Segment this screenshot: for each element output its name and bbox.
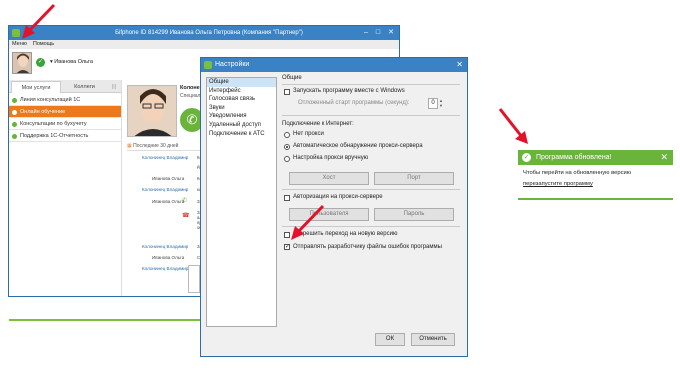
cancel-button[interactable]: Отменить	[411, 333, 455, 346]
history-author[interactable]: Колонинец Владимир	[142, 266, 188, 271]
settings-nav: Общие Интерфейс Голосовая связь Звуки Ув…	[206, 77, 277, 327]
settings-panel: Общие Запускать программу вместе с Windo…	[282, 75, 461, 327]
nav-item-sounds[interactable]: Звуки	[207, 104, 276, 113]
spinner-icon[interactable]: ▲ ▼	[439, 98, 445, 109]
history-author: Иванова Ольга	[152, 199, 185, 204]
lines-list: Линия консультаций 1С Онлайн обучение Ко…	[9, 94, 121, 142]
close-icon[interactable]: ✕	[386, 28, 396, 37]
status-online-icon[interactable]: ✓	[36, 58, 45, 67]
profile-name-wrap: ▾ Иванова Ольга	[50, 59, 93, 65]
line-status-icon	[12, 110, 17, 115]
host-input[interactable]: Хост	[289, 172, 369, 185]
minimize-icon[interactable]: –	[361, 28, 371, 37]
password-input[interactable]: Пароль	[374, 208, 454, 221]
annotation-arrow-icon	[22, 3, 56, 39]
send-errors-checkbox[interactable]	[284, 244, 290, 250]
avatar[interactable]	[12, 52, 32, 74]
line-item-active[interactable]: Онлайн обучение	[9, 106, 121, 118]
line-label: Поддержка 1С-Отчетность	[20, 133, 89, 139]
autostart-label: Запускать программу вместе с Windows	[293, 88, 405, 94]
proxy-auth-checkbox[interactable]	[284, 195, 290, 201]
main-title-bar[interactable]: Бifphone ID 814299 Иванова Ольга Петровн…	[9, 26, 399, 40]
divider	[282, 115, 460, 116]
line-status-icon	[12, 122, 17, 127]
line-item[interactable]: Консультации по бухучету	[9, 118, 121, 130]
close-icon[interactable]: ✕	[660, 150, 668, 165]
proxy-auth-label: Авторизация на прокси-сервере	[293, 194, 383, 200]
history-author[interactable]: Колонинец Владимир	[142, 155, 188, 160]
notification-title: Программа обновлена!	[536, 154, 612, 161]
nav-item-interface[interactable]: Интерфейс	[207, 87, 276, 96]
nav-item-pbx[interactable]: Подключение к АТС	[207, 130, 276, 139]
tab-bar: Мои услуги Коллеги |||	[9, 80, 121, 93]
phone-icon: ✆	[186, 112, 198, 127]
annotation-arrow-icon	[291, 204, 325, 240]
profile-name[interactable]: Иванова Ольга	[54, 59, 93, 65]
history-author[interactable]: Колонинец Владимир	[142, 244, 188, 249]
contact-photo	[127, 85, 177, 137]
contact-title: Специал	[180, 93, 201, 99]
autostart-checkbox[interactable]	[284, 89, 290, 95]
line-item[interactable]: Линия консультаций 1С	[9, 94, 121, 106]
restart-link[interactable]: перезапустите программу	[523, 181, 593, 187]
history-author: Иванова Ольга	[152, 176, 185, 181]
proxy-manual-label: Настройка прокси вручную	[293, 155, 369, 161]
line-status-icon	[12, 98, 17, 103]
divider	[282, 84, 460, 85]
annotation-arrow-icon	[498, 108, 528, 144]
delay-input[interactable]: 0	[428, 98, 438, 109]
proxy-none-label: Нет прокси	[293, 131, 324, 137]
settings-title-bar[interactable]: Настройки ✕	[201, 58, 467, 72]
close-icon[interactable]: ✕	[456, 58, 463, 72]
message-input[interactable]	[188, 265, 200, 293]
profile-area: ✓ ▾ Иванова Ольга	[9, 49, 121, 79]
delay-label: Отложенный старт программы (секунд):	[298, 100, 410, 106]
tab-colleagues[interactable]: Коллеги	[62, 81, 107, 93]
section-title: Общие	[282, 75, 302, 81]
divider	[282, 189, 460, 190]
line-label: Линия консультаций 1С	[20, 97, 81, 103]
line-label: Консультации по бухучету	[20, 121, 87, 127]
line-status-icon	[12, 134, 17, 139]
port-input[interactable]: Порт	[374, 172, 454, 185]
missed-call-icon: ☎	[182, 213, 190, 219]
proxy-auto-label: Автоматическое обнаружение прокси-сервер…	[293, 143, 423, 149]
menu-bar: Меню Помощь	[9, 40, 399, 49]
notification-header: ✓ Программа обновлена! ✕	[518, 150, 673, 165]
proxy-none-radio[interactable]	[284, 132, 290, 138]
line-item[interactable]: Поддержка 1С-Отчетность	[9, 130, 121, 142]
nav-item-general[interactable]: Общие	[207, 78, 276, 87]
history-author: Иванова Ольга	[152, 255, 185, 260]
internet-label: Подключение к Интернет:	[282, 121, 354, 127]
app-logo-icon	[204, 61, 212, 69]
ok-button[interactable]: ОК	[375, 333, 405, 346]
history-period: Последние 30 дней	[133, 143, 179, 149]
maximize-icon[interactable]: □	[373, 28, 383, 37]
check-circle-icon: ✓	[522, 153, 531, 162]
contact-name: Колоне	[180, 85, 200, 91]
main-window-title: Бifphone ID 814299 Иванова Ольга Петровн…	[115, 30, 303, 36]
settings-body: Общие Интерфейс Голосовая связь Звуки Ув…	[201, 72, 467, 356]
settings-dialog: Настройки ✕ Общие Интерфейс Голосовая св…	[200, 57, 468, 357]
notification-text: Чтобы перейти на обновленную версию	[523, 170, 632, 176]
proxy-manual-radio[interactable]	[284, 156, 290, 162]
nav-item-notifications[interactable]: Уведомления	[207, 112, 276, 121]
update-notification: ✓ Программа обновлена! ✕ Чтобы перейти н…	[518, 150, 673, 200]
tab-my-services[interactable]: Мои услуги	[11, 81, 61, 93]
send-errors-label: Отправлять разработчику файлы ошибок про…	[293, 244, 442, 250]
nav-item-remote-access[interactable]: Удаленный доступ	[207, 121, 276, 130]
history-author[interactable]: Колонинец Владимир	[142, 187, 188, 192]
tab-grid[interactable]: |||	[108, 81, 120, 93]
settings-title: Настройки	[215, 61, 250, 68]
line-label: Онлайн обучение	[20, 109, 66, 115]
proxy-auto-radio[interactable]	[284, 144, 290, 150]
nav-item-voice[interactable]: Голосовая связь	[207, 95, 276, 104]
